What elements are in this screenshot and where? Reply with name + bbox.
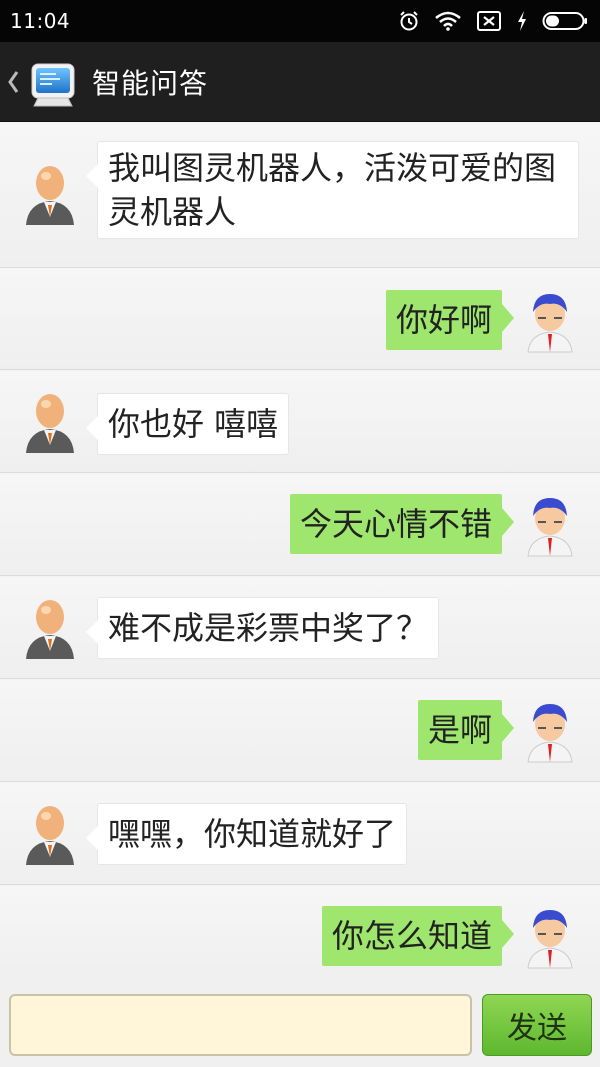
send-button[interactable]: 发送 — [482, 994, 592, 1056]
sim-disabled-icon — [476, 10, 502, 32]
robot-avatar-icon — [22, 161, 78, 227]
chat-list[interactable]: 我叫图灵机器人，活泼可爱的图灵机器人 你好啊 你也好 嘻嘻 今天心情不错 难不成… — [0, 123, 600, 983]
user-avatar-icon — [522, 904, 578, 970]
list-item: 嘿嘿，你知道就好了 — [0, 783, 600, 885]
status-bar: 11:04 — [0, 0, 600, 42]
list-item: 你怎么知道 — [0, 886, 600, 983]
robot-avatar-icon — [22, 595, 78, 661]
robot-avatar-icon — [22, 389, 78, 455]
bot-message: 我叫图灵机器人，活泼可爱的图灵机器人 — [86, 141, 579, 239]
message-input-bar: 发送 — [0, 983, 600, 1067]
user-avatar-icon — [522, 492, 578, 558]
alarm-icon — [398, 10, 420, 32]
charging-icon — [516, 10, 528, 32]
action-bar: 智能问答 — [0, 42, 600, 122]
robot-avatar-icon — [22, 801, 78, 867]
user-avatar-icon — [522, 698, 578, 764]
status-icons — [398, 10, 588, 32]
page-title: 智能问答 — [92, 66, 209, 100]
user-message: 你怎么知道 — [321, 906, 515, 966]
bot-message: 嘿嘿，你知道就好了 — [85, 803, 408, 865]
status-time: 11:04 — [10, 9, 71, 33]
list-item: 你好啊 — [0, 268, 600, 370]
battery-icon — [542, 10, 588, 32]
bot-message: 难不成是彩票中奖了？ — [85, 597, 440, 659]
app-computer-icon[interactable] — [24, 54, 80, 110]
list-item: 你也好 嘻嘻 — [0, 371, 600, 473]
user-message: 是啊 — [417, 700, 515, 760]
message-input[interactable] — [9, 994, 472, 1056]
wifi-icon — [434, 11, 462, 31]
list-item: 我叫图灵机器人，活泼可爱的图灵机器人 — [0, 123, 600, 268]
bot-message: 你也好 嘻嘻 — [85, 393, 290, 455]
list-item: 难不成是彩票中奖了？ — [0, 577, 600, 679]
back-chevron-icon[interactable] — [6, 68, 22, 96]
user-message: 你好啊 — [385, 290, 515, 350]
user-avatar-icon — [522, 288, 578, 354]
list-item: 是啊 — [0, 680, 600, 782]
user-message: 今天心情不错 — [289, 494, 515, 554]
list-item: 今天心情不错 — [0, 474, 600, 576]
